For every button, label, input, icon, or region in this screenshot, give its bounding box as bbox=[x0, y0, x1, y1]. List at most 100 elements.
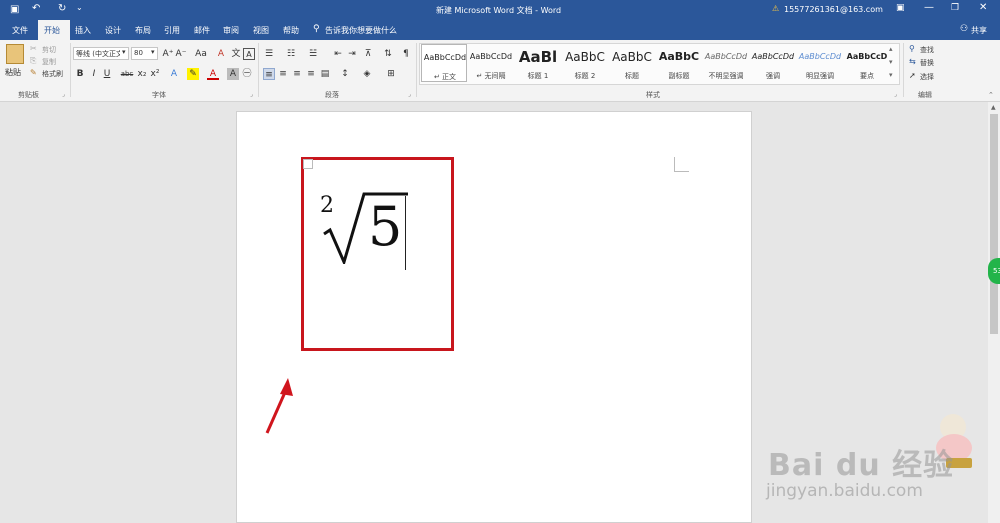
side-badge[interactable]: 53 bbox=[988, 258, 1000, 284]
justify-icon[interactable]: ≡ bbox=[305, 68, 317, 80]
borders-icon[interactable]: ⊞ bbox=[385, 68, 397, 80]
share-button[interactable]: 共享 bbox=[971, 25, 987, 36]
tab-review[interactable]: 审阅 bbox=[223, 25, 239, 36]
watermark-brand: Bai du 经验 bbox=[768, 448, 955, 483]
decrease-indent-icon[interactable]: ⇤ bbox=[332, 48, 344, 60]
object-handle bbox=[303, 159, 313, 169]
style-name: ↵ 正文 bbox=[433, 73, 457, 81]
tab-references[interactable]: 引用 bbox=[164, 25, 180, 36]
format-painter-icon[interactable]: ✎ bbox=[30, 68, 37, 77]
style-normal[interactable]: AaBbCcDd ↵ 正文 bbox=[421, 44, 467, 82]
replace-button[interactable]: 替换 bbox=[920, 58, 934, 68]
vertical-scrollbar[interactable]: ▲ bbox=[988, 102, 1000, 523]
change-case-button[interactable]: Aa bbox=[193, 48, 209, 60]
copy-icon[interactable]: ⎘ bbox=[30, 56, 36, 66]
style-intense-emphasis[interactable]: AaBbCcDd 明显强调 bbox=[797, 44, 843, 82]
style-subtitle[interactable]: AaBbC 副标题 bbox=[656, 44, 702, 82]
ribbon-display-icon[interactable]: ▣ bbox=[896, 3, 905, 13]
show-marks-icon[interactable]: ¶ bbox=[400, 48, 412, 60]
numbering-icon[interactable]: ☷ bbox=[285, 48, 297, 60]
collapse-ribbon-icon[interactable]: ⌃ bbox=[988, 91, 994, 99]
distributed-icon[interactable]: ▤ bbox=[319, 68, 331, 80]
save-icon[interactable]: ▣ bbox=[10, 4, 19, 15]
chinese-layout-icon[interactable]: ⊼ bbox=[362, 48, 374, 60]
font-name-value: 等线 (中文正文 bbox=[76, 50, 120, 58]
phonetic-guide-button[interactable]: 文 bbox=[230, 48, 242, 60]
tab-design[interactable]: 设计 bbox=[105, 25, 121, 36]
find-button[interactable]: 查找 bbox=[920, 45, 934, 55]
style-heading-2[interactable]: AaBbC 标题 2 bbox=[562, 44, 608, 82]
sort-icon[interactable]: ⇅ bbox=[382, 48, 394, 60]
line-spacing-icon[interactable]: ↕ bbox=[339, 68, 351, 80]
style-strong[interactable]: AaBbCcD 要点 bbox=[844, 44, 890, 82]
font-launcher-icon[interactable]: ⌟ bbox=[250, 91, 253, 98]
grow-font-button[interactable]: A⁺ bbox=[162, 48, 174, 60]
redo-icon[interactable]: ↻ bbox=[58, 3, 66, 14]
scroll-thumb[interactable] bbox=[990, 114, 998, 334]
paragraph-launcher-icon[interactable]: ⌟ bbox=[408, 91, 411, 98]
style-sample: AaBl bbox=[518, 48, 558, 66]
tab-layout[interactable]: 布局 bbox=[135, 25, 151, 36]
paste-button[interactable]: 粘贴 bbox=[5, 67, 21, 78]
cut-icon[interactable]: ✂ bbox=[30, 44, 37, 53]
tab-home[interactable]: 开始 bbox=[44, 25, 60, 36]
select-button[interactable]: 选择 bbox=[920, 72, 934, 82]
align-right-icon[interactable]: ≡ bbox=[291, 68, 303, 80]
text-effects-icon[interactable]: A bbox=[168, 68, 180, 80]
increase-indent-icon[interactable]: ⇥ bbox=[346, 48, 358, 60]
close-button[interactable]: ✕ bbox=[979, 2, 987, 13]
superscript-button[interactable]: x² bbox=[149, 68, 161, 80]
tab-mailings[interactable]: 邮件 bbox=[194, 25, 210, 36]
bullets-icon[interactable]: ☰ bbox=[263, 48, 275, 60]
cut-button[interactable]: 剪切 bbox=[42, 45, 56, 55]
tab-insert[interactable]: 插入 bbox=[75, 25, 91, 36]
style-subtle-emphasis[interactable]: AaBbCcDd 不明显强调 bbox=[703, 44, 749, 82]
style-title[interactable]: AaBbC 标题 bbox=[609, 44, 655, 82]
clipboard-launcher-icon[interactable]: ⌟ bbox=[62, 91, 65, 98]
subscript-button[interactable]: x₂ bbox=[136, 68, 148, 80]
styles-launcher-icon[interactable]: ⌟ bbox=[894, 91, 897, 98]
style-no-spacing[interactable]: AaBbCcDd ↵ 无间隔 bbox=[468, 44, 514, 82]
format-painter-button[interactable]: 格式刷 bbox=[42, 69, 63, 79]
quick-access-dropdown-icon[interactable]: ⌄ bbox=[76, 3, 83, 12]
undo-icon[interactable]: ↶ bbox=[32, 3, 40, 14]
account-name[interactable]: 15577261361@163.com bbox=[784, 5, 883, 14]
tab-help[interactable]: 帮助 bbox=[283, 25, 299, 36]
italic-button[interactable]: I bbox=[88, 68, 100, 80]
style-emphasis[interactable]: AaBbCcDd 强调 bbox=[750, 44, 796, 82]
style-name: 副标题 bbox=[668, 72, 690, 80]
highlight-icon[interactable]: ✎ bbox=[187, 68, 199, 80]
tab-view[interactable]: 视图 bbox=[253, 25, 269, 36]
tell-me-input[interactable]: 告诉我你想要做什么 bbox=[325, 25, 397, 36]
char-shading-icon[interactable]: A bbox=[227, 68, 239, 80]
chevron-down-icon: ▾ bbox=[151, 48, 155, 56]
enclose-char-icon[interactable]: ㊀ bbox=[241, 68, 253, 80]
font-size-select[interactable]: 80 ▾ bbox=[131, 47, 158, 60]
warning-icon: ⚠ bbox=[772, 4, 780, 13]
clear-format-button[interactable]: A bbox=[215, 48, 227, 60]
underline-button[interactable]: U bbox=[101, 68, 113, 80]
copy-button[interactable]: 复制 bbox=[42, 57, 56, 67]
shading-icon[interactable]: ◈ bbox=[361, 68, 373, 80]
tab-file[interactable]: 文件 bbox=[12, 25, 28, 36]
font-name-select[interactable]: 等线 (中文正文 ▾ bbox=[73, 47, 129, 60]
style-heading-1[interactable]: AaBl 标题 1 bbox=[515, 44, 561, 82]
style-name: 明显强调 bbox=[806, 72, 834, 80]
align-center-icon[interactable]: ≡ bbox=[277, 68, 289, 80]
maximize-button[interactable]: ❐ bbox=[951, 3, 959, 13]
bold-button[interactable]: B bbox=[74, 68, 86, 80]
style-sample: AaBbCcDd bbox=[469, 52, 513, 61]
find-icon[interactable]: ⚲ bbox=[909, 44, 915, 53]
minimize-button[interactable]: — bbox=[924, 2, 934, 13]
replace-icon[interactable]: ⇆ bbox=[909, 57, 916, 66]
align-left-icon[interactable]: ≡ bbox=[263, 68, 275, 80]
font-group-label: 字体 bbox=[152, 91, 166, 99]
char-border-button[interactable]: A bbox=[243, 48, 255, 60]
font-color-icon[interactable]: A bbox=[207, 68, 219, 80]
strikethrough-button[interactable]: abc bbox=[120, 68, 134, 80]
paste-icon[interactable] bbox=[6, 44, 24, 64]
scroll-up-icon[interactable]: ▲ bbox=[991, 104, 996, 111]
select-icon[interactable]: ➚ bbox=[909, 71, 916, 80]
multilevel-list-icon[interactable]: ☱ bbox=[307, 48, 319, 60]
shrink-font-button[interactable]: A⁻ bbox=[175, 48, 187, 60]
